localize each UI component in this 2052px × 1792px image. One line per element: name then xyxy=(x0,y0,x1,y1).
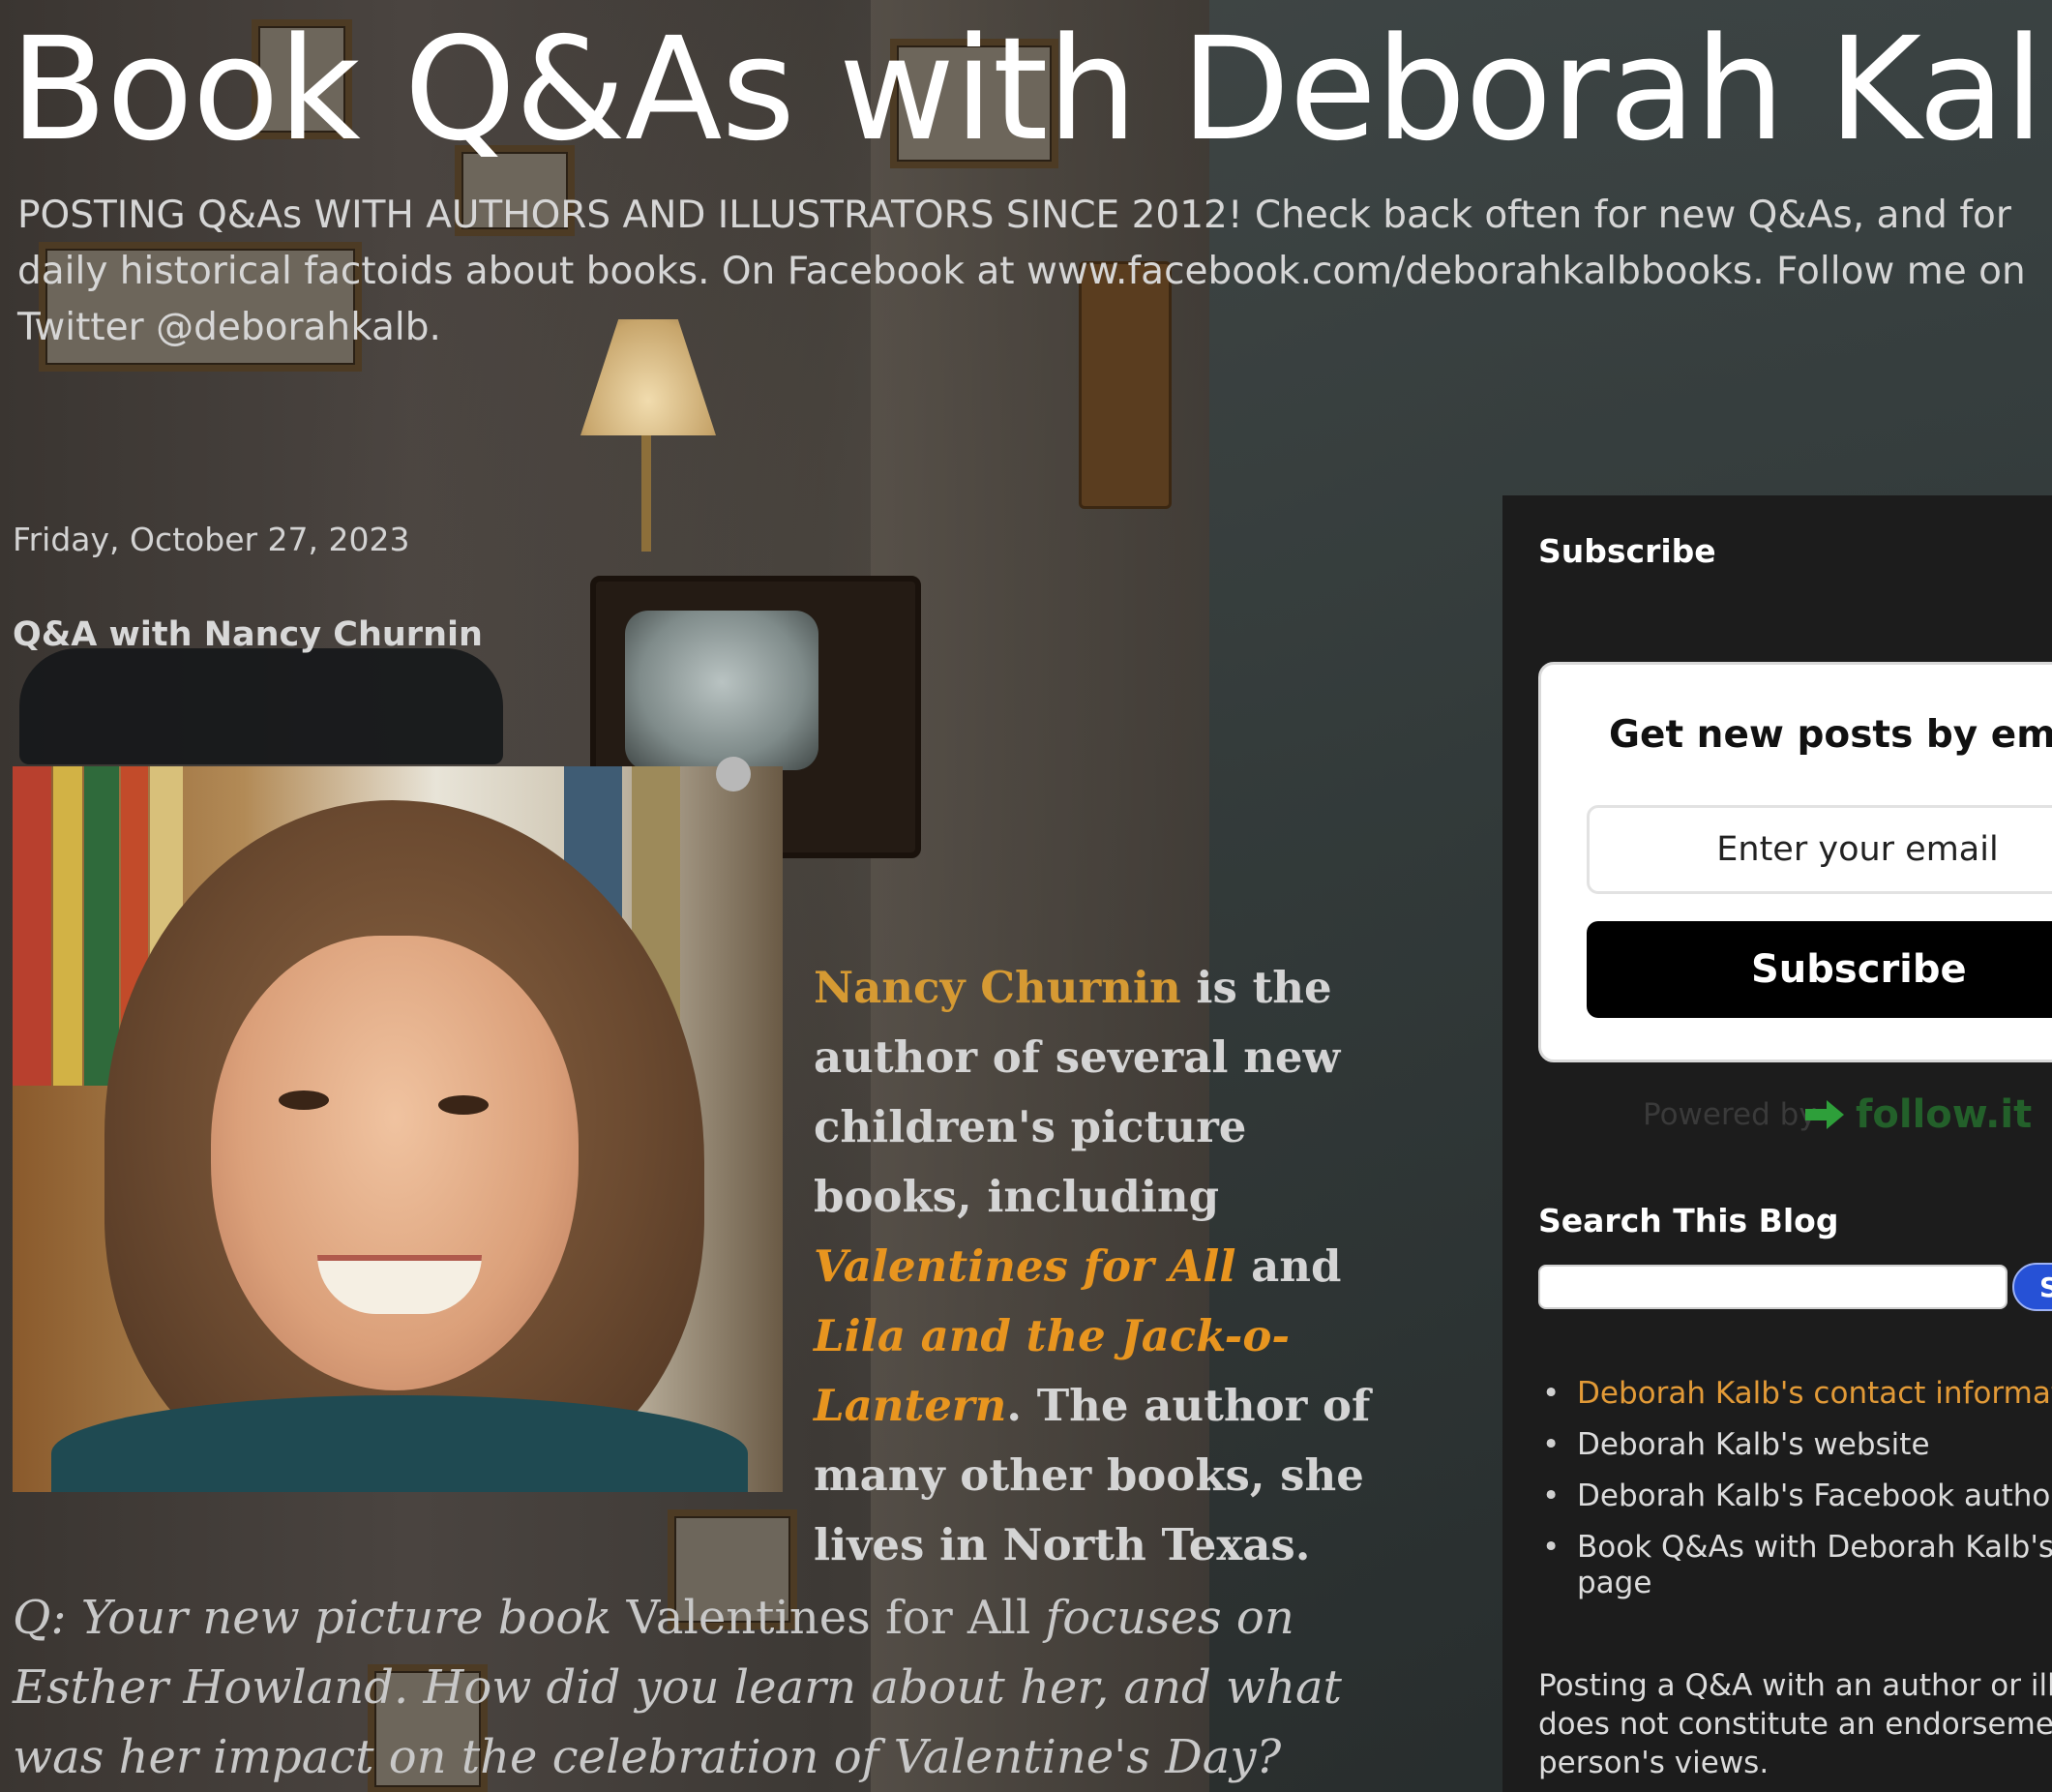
post-date: Friday, October 27, 2023 xyxy=(13,521,410,558)
link-blog-facebook-page[interactable]: Book Q&As with Deborah Kalb's Fapage xyxy=(1538,1530,2052,1601)
post-title[interactable]: Q&A with Nancy Churnin xyxy=(13,615,483,654)
search-input[interactable] xyxy=(1538,1265,2007,1309)
disclaimer-line: person's views. xyxy=(1538,1746,1769,1780)
intro-text: and xyxy=(1235,1240,1342,1292)
tv-screen xyxy=(625,611,818,770)
post-intro: Nancy Churnin is the author of several n… xyxy=(814,953,1413,1580)
followit-logo-text: follow.it xyxy=(1856,1092,2033,1137)
sidebar-link-list: Deborah Kalb's contact informatio Debora… xyxy=(1538,1376,2052,1617)
link-contact-information[interactable]: Deborah Kalb's contact informatio xyxy=(1538,1376,2052,1412)
photo-face xyxy=(211,936,579,1390)
followit-logo-link[interactable]: follow.it xyxy=(1805,1092,2033,1137)
link-label: Book Q&As with Deborah Kalb's Fa xyxy=(1577,1530,2052,1565)
author-photo[interactable] xyxy=(13,766,783,1492)
disclaimer-line: does not constitute an endorsement xyxy=(1538,1707,2052,1742)
search-heading: Search This Blog xyxy=(1538,1202,1839,1239)
question-book-title: Valentines for All xyxy=(626,1591,1031,1645)
blog-description: POSTING Q&As WITH AUTHORS AND ILLUSTRATO… xyxy=(17,194,2026,349)
shelf-book xyxy=(13,766,51,1086)
question-text: Q: Your new picture book xyxy=(13,1591,627,1645)
lamp-stem xyxy=(641,435,651,552)
link-label-line2: page xyxy=(1577,1566,1652,1600)
shelf-book xyxy=(84,766,119,1086)
photo-eye xyxy=(279,1090,329,1110)
post-question: Q: Your new picture book Valentines for … xyxy=(13,1583,1435,1792)
disclaimer-line: Posting a Q&A with an author or illus xyxy=(1538,1668,2052,1703)
blog-title[interactable]: Book Q&As with Deborah Kalb xyxy=(10,12,2052,168)
followit-subscribe-card: Get new posts by ema Subscribe xyxy=(1538,662,2052,1062)
link-website[interactable]: Deborah Kalb's website xyxy=(1538,1427,2052,1463)
subscribe-heading: Subscribe xyxy=(1538,532,1716,570)
background-chair xyxy=(19,648,503,764)
link-facebook-author-page[interactable]: Deborah Kalb's Facebook author p xyxy=(1538,1478,2052,1514)
book-link-valentines[interactable]: Valentines for All xyxy=(814,1240,1235,1292)
photo-shirt xyxy=(51,1395,748,1492)
subscribe-button[interactable]: Subscribe xyxy=(1587,921,2052,1018)
image-handle-dot[interactable] xyxy=(716,757,751,791)
followit-heading: Get new posts by ema xyxy=(1609,713,2052,757)
email-input[interactable] xyxy=(1587,805,2052,894)
shelf-book xyxy=(53,766,82,1086)
powered-by-text: Powered by xyxy=(1643,1097,1817,1132)
disclaimer: Posting a Q&A with an author or illus doe… xyxy=(1538,1666,2052,1782)
author-name-link[interactable]: Nancy Churnin xyxy=(814,962,1181,1013)
search-button[interactable]: S xyxy=(2012,1263,2052,1311)
photo-eye xyxy=(438,1095,489,1115)
sidebar: Subscribe Get new posts by ema Subscribe… xyxy=(1502,495,2052,1792)
